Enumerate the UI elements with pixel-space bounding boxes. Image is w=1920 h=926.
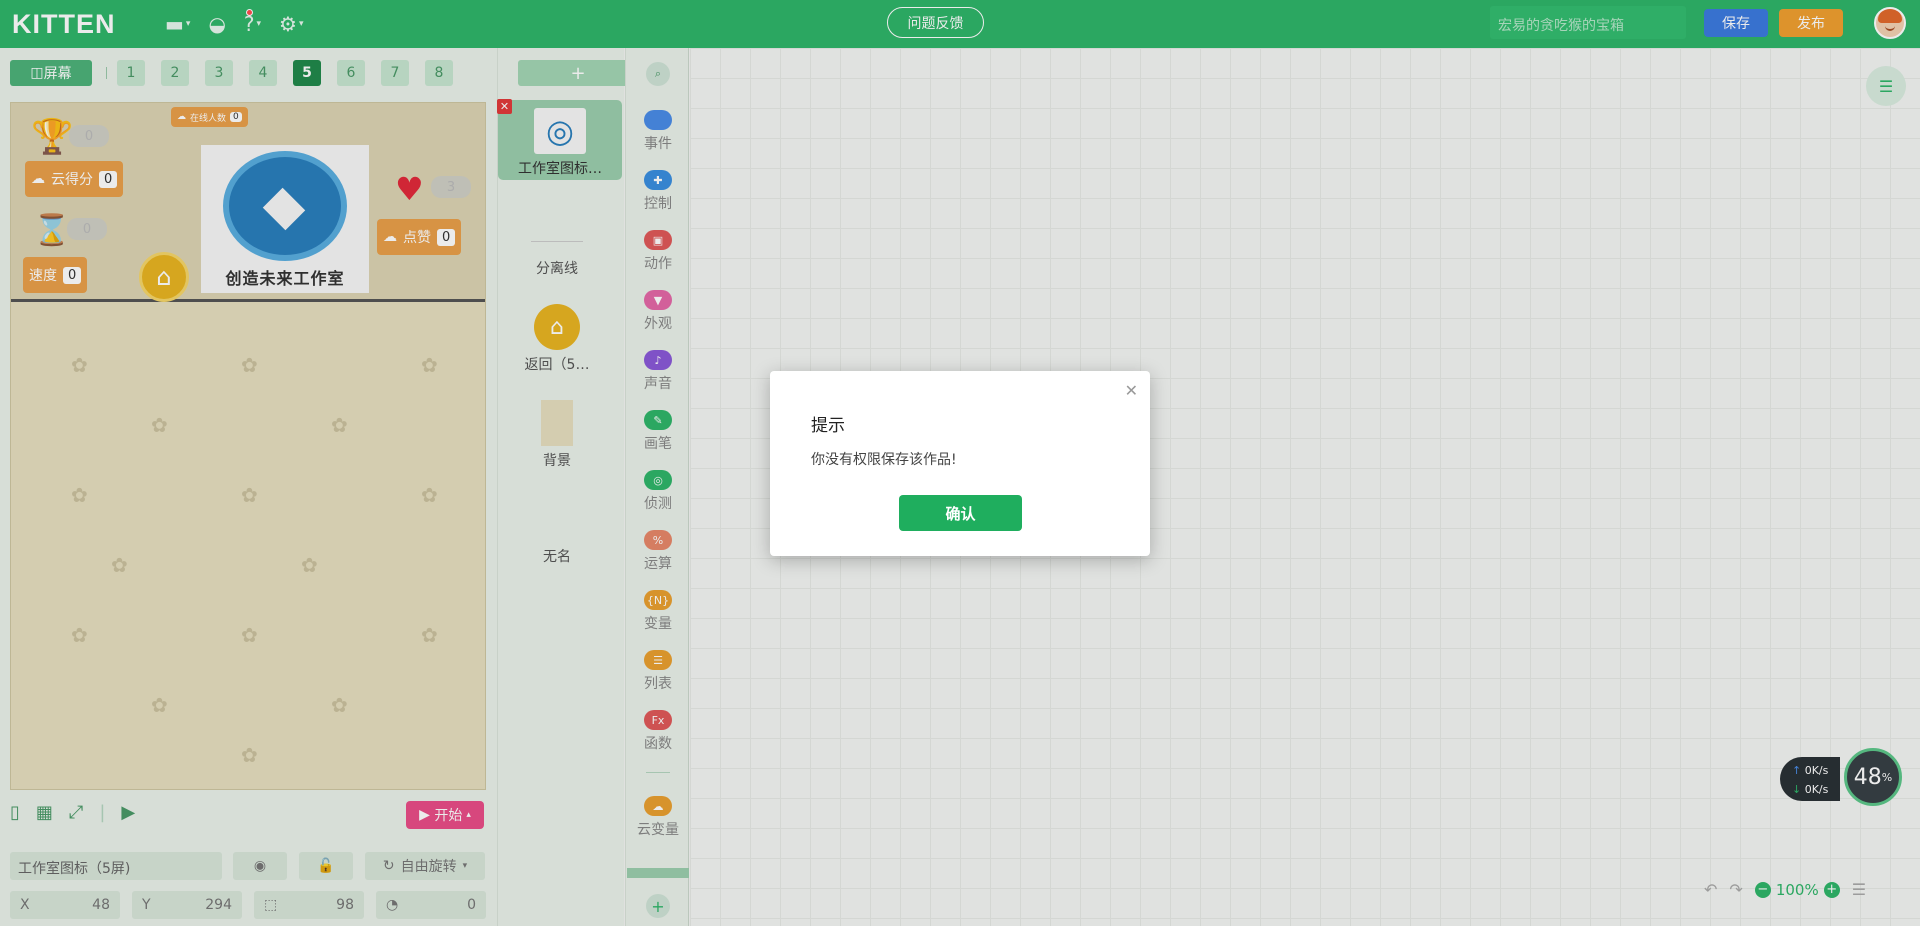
alert-dialog: ✕ 提示 你没有权限保存该作品! 确认 xyxy=(770,371,1150,556)
dialog-title: 提示 xyxy=(811,416,845,436)
close-icon[interactable]: ✕ xyxy=(1125,381,1138,400)
confirm-button[interactable]: 确认 xyxy=(899,495,1022,531)
dialog-message: 你没有权限保存该作品! xyxy=(811,452,957,468)
